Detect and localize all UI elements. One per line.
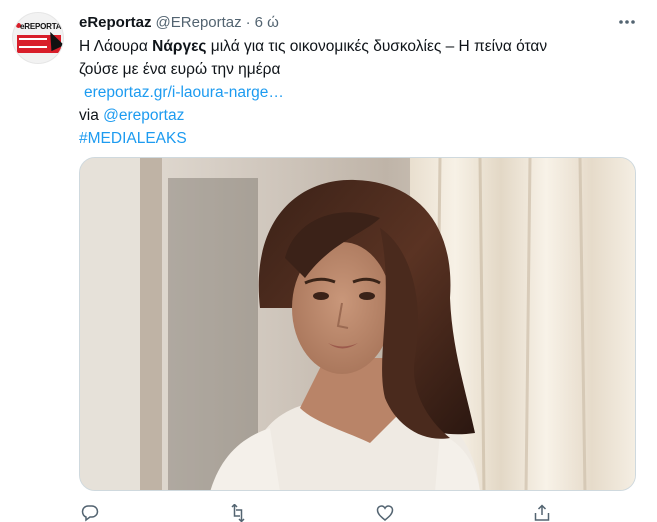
hashtag-line: #MEDIALEAKS	[79, 127, 639, 150]
more-horizontal-icon	[619, 20, 635, 24]
reply-icon	[81, 505, 99, 522]
heart-icon	[376, 505, 394, 521]
photo-illustration	[80, 158, 635, 490]
like-button[interactable]	[376, 504, 394, 522]
tweet-timestamp[interactable]: 6 ώ	[255, 14, 279, 31]
text-bold-name: Νάργες	[152, 38, 207, 55]
separator-dot: ·	[245, 13, 251, 31]
avatar-logo-text: eREPORTAZ	[20, 22, 64, 31]
author-name[interactable]: eReportaz	[79, 14, 152, 31]
tweet-image[interactable]	[79, 157, 636, 491]
retweet-icon	[231, 504, 245, 522]
author-handle[interactable]: @EReportaz	[156, 14, 242, 31]
reply-button[interactable]	[81, 504, 99, 522]
via-prefix: via	[79, 107, 104, 124]
tweet-text-line-2: ζούσε με ένα ευρώ την ημέρα	[79, 61, 281, 78]
tweet-text: Η Λάουρα Νάργες μιλά για τις οικονομικές…	[79, 35, 639, 150]
more-options-button[interactable]	[614, 10, 640, 34]
share-icon	[534, 504, 550, 521]
mention-link[interactable]: @ereportaz	[103, 107, 184, 124]
avatar[interactable]: eREPORTAZ	[12, 12, 64, 64]
avatar-band-lines	[19, 38, 47, 48]
tweet-header: eReportaz @EReportaz · 6 ώ	[79, 11, 279, 33]
tweet-text-line-1: Η Λάουρα Νάργες μιλά για τις οικονομικές…	[79, 35, 639, 58]
text-pre: Η Λάουρα	[79, 38, 153, 55]
share-button[interactable]	[533, 504, 551, 522]
retweet-button[interactable]	[229, 504, 247, 522]
hashtag-link[interactable]: #MEDIALEAKS	[79, 130, 187, 147]
url-line: ereportaz.gr/i-laoura-narge…	[79, 81, 639, 104]
text-post: μιλά για τις οικονομικές δυσκολίες – Η π…	[206, 38, 548, 55]
tweet[interactable]: eREPORTAZ eReportaz @EReportaz · 6 ώ Η Λ…	[0, 0, 657, 522]
via-line: via @ereportaz	[79, 104, 639, 127]
article-link[interactable]: ereportaz.gr/i-laoura-narge…	[84, 84, 284, 101]
tweet-actions	[79, 504, 559, 522]
